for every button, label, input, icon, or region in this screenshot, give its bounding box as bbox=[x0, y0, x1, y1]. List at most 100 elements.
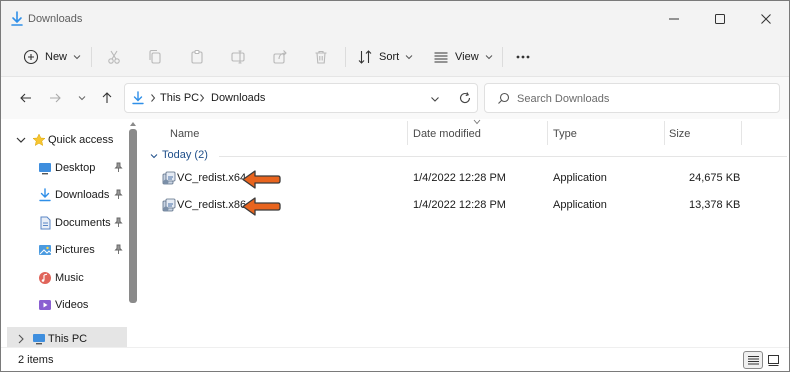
separator bbox=[502, 47, 503, 67]
navigation-pane: Quick access Desktop Downloads Documents… bbox=[1, 119, 141, 347]
address-bar[interactable]: This PC Downloads bbox=[124, 83, 478, 113]
nav-label: Desktop bbox=[55, 162, 96, 174]
group-divider bbox=[219, 156, 787, 157]
refresh-icon[interactable] bbox=[458, 91, 472, 105]
chevron-down-icon bbox=[150, 154, 158, 159]
up-button[interactable] bbox=[96, 87, 118, 109]
nav-item-quick-access[interactable]: Quick access bbox=[1, 127, 127, 153]
share-button[interactable] bbox=[268, 45, 292, 69]
nav-item-desktop[interactable]: Desktop bbox=[1, 155, 127, 181]
more-dots-icon bbox=[516, 55, 530, 59]
sort-button[interactable]: Sort bbox=[357, 43, 413, 71]
nav-label: Videos bbox=[55, 299, 89, 311]
explorer-window: Downloads New Sort View This PC Download… bbox=[0, 0, 790, 372]
breadcrumb-downloads[interactable]: Downloads bbox=[211, 92, 265, 104]
nav-item-this-pc[interactable]: This PC bbox=[7, 327, 127, 347]
sort-icon bbox=[358, 50, 372, 64]
column-header-date[interactable]: Date modified bbox=[413, 123, 481, 145]
chevron-right-icon bbox=[200, 94, 205, 102]
rename-icon bbox=[231, 50, 245, 64]
column-divider[interactable] bbox=[547, 121, 548, 145]
desktop-icon bbox=[39, 163, 51, 175]
group-header-today[interactable]: Today (2) bbox=[149, 147, 787, 165]
view-label: View bbox=[455, 51, 479, 63]
documents-icon bbox=[40, 216, 51, 230]
new-label: New bbox=[45, 51, 68, 63]
minimize-button[interactable] bbox=[651, 1, 697, 37]
file-date: 1/4/2022 12:28 PM bbox=[413, 172, 506, 184]
column-header-type[interactable]: Type bbox=[553, 123, 577, 145]
nav-item-downloads[interactable]: Downloads bbox=[1, 182, 127, 208]
rename-button[interactable] bbox=[226, 45, 250, 69]
star-icon bbox=[32, 133, 46, 147]
nav-label: Downloads bbox=[55, 189, 110, 201]
maximize-button[interactable] bbox=[697, 1, 743, 37]
table-row[interactable]: VC_redist.x64 1/4/2022 12:28 PM Applicat… bbox=[149, 166, 779, 192]
item-count: 2 items bbox=[18, 354, 54, 366]
share-icon bbox=[273, 50, 287, 64]
table-row[interactable]: VC_redist.x86 1/4/2022 12:28 PM Applicat… bbox=[149, 193, 779, 219]
more-options-button[interactable] bbox=[511, 45, 535, 69]
nav-item-videos[interactable]: Videos bbox=[1, 292, 127, 318]
search-input[interactable] bbox=[517, 90, 767, 108]
view-button[interactable]: View bbox=[433, 43, 493, 71]
pin-icon bbox=[114, 244, 123, 254]
file-size: 13,378 KB bbox=[689, 199, 741, 211]
column-header-name[interactable]: Name bbox=[170, 123, 199, 145]
back-button[interactable] bbox=[15, 87, 37, 109]
delete-button[interactable] bbox=[309, 45, 333, 69]
close-icon bbox=[761, 14, 771, 24]
nav-label: Music bbox=[55, 272, 84, 284]
file-name: VC_redist.x86 bbox=[177, 199, 247, 211]
nav-item-documents[interactable]: Documents bbox=[1, 210, 127, 236]
pictures-icon bbox=[39, 245, 52, 255]
breadcrumb-this-pc[interactable]: This PC bbox=[160, 92, 199, 104]
installer-icon bbox=[162, 198, 176, 212]
file-name: VC_redist.x64 bbox=[177, 172, 247, 184]
chevron-right-icon bbox=[18, 334, 24, 344]
copy-button[interactable] bbox=[143, 45, 167, 69]
scroll-up-icon[interactable] bbox=[129, 120, 137, 128]
tiles-view-button[interactable] bbox=[763, 351, 783, 369]
column-divider[interactable] bbox=[407, 121, 408, 145]
command-bar: New Sort View bbox=[1, 37, 789, 77]
download-arrow-icon bbox=[11, 11, 23, 26]
nav-scrollbar-thumb[interactable] bbox=[129, 129, 137, 303]
pin-icon bbox=[114, 189, 123, 199]
window-controls bbox=[651, 1, 789, 37]
forward-button[interactable] bbox=[44, 87, 66, 109]
separator bbox=[91, 47, 92, 67]
column-header-size[interactable]: Size bbox=[669, 123, 690, 145]
orange-arrow-icon bbox=[242, 197, 281, 216]
nav-item-pictures[interactable]: Pictures bbox=[1, 237, 127, 263]
window-title: Downloads bbox=[28, 13, 83, 25]
chevron-down-icon bbox=[78, 96, 86, 101]
paste-button[interactable] bbox=[185, 45, 209, 69]
downloads-icon bbox=[39, 188, 51, 202]
chevron-down-icon bbox=[16, 137, 26, 143]
maximize-icon bbox=[715, 14, 725, 24]
column-divider[interactable] bbox=[741, 121, 742, 145]
column-divider[interactable] bbox=[664, 121, 665, 145]
file-size: 24,675 KB bbox=[689, 172, 741, 184]
details-view-icon bbox=[747, 355, 759, 364]
nav-item-music[interactable]: Music bbox=[1, 265, 127, 291]
file-type: Application bbox=[553, 199, 607, 211]
address-dropdown-icon[interactable] bbox=[429, 93, 441, 105]
nav-label: Documents bbox=[55, 217, 111, 229]
arrow-up-icon bbox=[102, 92, 112, 103]
separator bbox=[345, 47, 346, 67]
computer-icon bbox=[33, 334, 45, 345]
tiles-view-icon bbox=[767, 354, 779, 366]
details-view-button[interactable] bbox=[743, 351, 763, 369]
cut-button[interactable] bbox=[102, 45, 126, 69]
address-row: This PC Downloads bbox=[1, 77, 789, 119]
download-arrow-icon bbox=[132, 91, 144, 105]
minimize-icon bbox=[669, 18, 679, 20]
recent-locations-button[interactable] bbox=[71, 87, 93, 109]
new-button[interactable]: New bbox=[23, 43, 81, 71]
chevron-down-icon bbox=[405, 55, 413, 60]
title-bar[interactable]: Downloads bbox=[1, 1, 789, 37]
close-button[interactable] bbox=[743, 1, 789, 37]
nav-label: This PC bbox=[48, 333, 88, 345]
